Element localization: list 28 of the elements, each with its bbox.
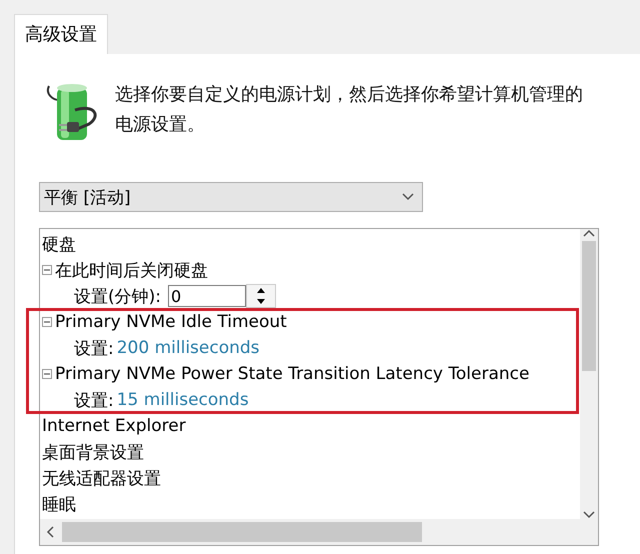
tree-item[interactable]: 桌面背景设置	[42, 440, 144, 464]
description-text: 选择你要自定义的电源计划，然后选择你希望计算机管理的电源设置。	[115, 83, 584, 137]
tree-item[interactable]: Primary NVMe Idle Timeout	[55, 312, 287, 332]
horizontal-scrollbar[interactable]	[40, 519, 580, 545]
setting-value[interactable]: 200 milliseconds	[116, 338, 260, 358]
chevron-up-icon	[583, 229, 595, 237]
tree-item[interactable]: 无线适配器设置	[42, 466, 161, 490]
chevron-left-icon	[46, 526, 54, 538]
triangle-up-icon	[257, 288, 265, 293]
triangle-down-icon	[257, 299, 265, 304]
setting-value[interactable]: 15 milliseconds	[116, 390, 249, 410]
setting-label: 设置:	[74, 390, 114, 412]
tree-item[interactable]: 睡眠	[42, 492, 76, 516]
minutes-input[interactable]: 0	[168, 285, 246, 307]
chevron-down-icon	[583, 511, 595, 519]
tree-item[interactable]: Internet Explorer	[42, 416, 186, 436]
plan-dropdown[interactable]: 平衡 [活动]	[39, 182, 423, 212]
tree-item[interactable]: Primary NVMe Power State Transition Latency Tolerance	[55, 364, 530, 384]
collapse-icon[interactable]	[42, 265, 52, 275]
chevron-down-icon	[402, 193, 414, 201]
tree-item[interactable]: 硬盘	[42, 232, 76, 256]
vertical-scrollbar[interactable]	[580, 229, 598, 519]
tab[interactable]: 高级设置	[14, 14, 108, 54]
setting-label: 设置(分钟):	[74, 286, 161, 308]
collapse-icon[interactable]	[42, 369, 52, 379]
tree-item[interactable]: 在此时间后关闭硬盘	[55, 258, 208, 282]
setting-label: 设置:	[74, 338, 114, 360]
collapse-icon[interactable]	[42, 317, 52, 327]
